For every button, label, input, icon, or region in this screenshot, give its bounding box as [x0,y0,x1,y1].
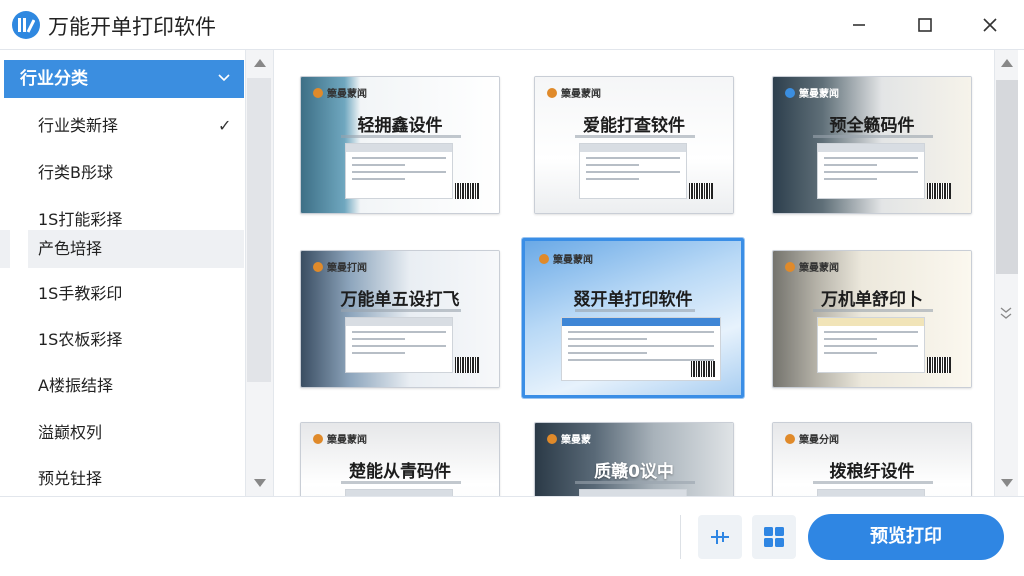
brand-logo-icon [313,87,323,98]
minimize-icon [853,24,865,26]
template-title: 质赣0议中 [594,462,674,482]
sidebar-scrollbar[interactable] [246,50,274,496]
template-brand: 篥曼蒙闻 [799,263,839,274]
template-title: 爱能打查铰件 [583,116,685,136]
template-grid: 篥曼蒙闻 轻拥鑫设件 篥曼蒙闻 爱能打查铰件 篥曼蒙闻 预全籁码件 篥曼打闻 万… [274,50,994,496]
brand-logo-icon [785,433,795,444]
brand-logo-icon [539,253,549,264]
template-form-preview [817,317,925,373]
check-icon: ✓ [218,116,232,135]
template-card-selected[interactable]: 篥曼蒙闻 叕开单打印软件 [522,238,744,398]
template-brand: 篥曼打闻 [327,263,367,274]
template-form-preview [579,489,687,496]
brand-logo-icon [785,261,795,272]
template-card[interactable]: 篥曼蒙闻 万机单舒印卜 [772,250,972,388]
template-card[interactable]: 篥曼蒙闻 楚能从青码件 [300,422,500,496]
sidebar-item-selected[interactable]: 产色培择 [28,230,244,268]
chevron-down-icon [1000,306,1012,321]
sidebar-item[interactable]: 1S农板彩择 [38,326,122,354]
category-header-label: 行业分类 [20,69,88,89]
template-form-preview [579,143,687,199]
window-title: 万能开单打印软件 [48,15,216,39]
maximize-button[interactable] [908,10,942,40]
scroll-up-icon[interactable] [254,59,266,67]
template-form-preview [345,317,453,373]
close-icon [983,18,997,32]
barcode-icon [927,183,951,199]
brand-logo-icon [547,87,557,98]
sidebar-item[interactable]: A楼振结择 [38,372,113,400]
grid-icon [764,527,784,547]
template-form-preview [817,489,925,496]
template-card[interactable]: 篥曼蒙闻 轻拥鑫设件 [300,76,500,214]
sliders-icon [711,530,729,544]
chevron-down-icon [218,74,230,82]
template-card[interactable]: 篥曼蒙闻 预全籁码件 [772,76,972,214]
sidebar-item[interactable]: 行业类新择 [38,112,118,140]
template-title: 楚能从青码件 [349,462,451,482]
template-brand: 篥曼分闻 [799,435,839,446]
barcode-icon [455,183,479,199]
brand-logo-icon [313,433,323,444]
sidebar-scroll-thumb[interactable] [247,78,271,382]
template-brand: 篥曼蒙 [561,435,591,446]
category-sidebar: 行业分类 行业类新择 ✓ 行类B彤球 1S打能彩择 产色培择 1S手教彩印 1S… [0,50,246,496]
barcode-icon [455,357,479,373]
scroll-down-icon[interactable] [1001,479,1013,487]
brand-logo-icon [313,261,323,272]
template-title: 万机单舒印卜 [821,290,923,310]
template-form-preview [345,489,453,496]
bottom-toolbar: 预览打印 [0,496,1024,576]
template-brand: 篥曼蒙闻 [327,435,367,446]
sidebar-item[interactable]: 预兑钍择 [38,465,102,493]
template-scroll-thumb[interactable] [996,80,1018,274]
barcode-icon [927,357,951,373]
adjust-button[interactable] [698,515,742,559]
sidebar-item[interactable]: 溢巅权列 [38,419,102,447]
scroll-down-icon[interactable] [254,479,266,487]
sidebar-item[interactable]: 行类B彤球 [38,159,113,187]
close-button[interactable] [973,10,1007,40]
template-brand: 篥曼蒙闻 [553,255,593,266]
maximize-icon [918,18,932,32]
template-title: 万能单五设打飞 [340,290,460,310]
brand-logo-icon [785,87,795,98]
selection-marker [0,230,10,268]
template-title: 轻拥鑫设件 [357,116,443,136]
brand-logo-icon [547,433,557,444]
category-header[interactable]: 行业分类 [4,60,244,98]
template-card[interactable]: 篥曼分闻 拨稂纡设件 [772,422,972,496]
scroll-up-icon[interactable] [1001,59,1013,67]
barcode-icon [689,183,713,199]
template-brand: 篥曼蒙闻 [561,89,601,100]
template-card[interactable]: 篥曼蒙 质赣0议中 [534,422,734,496]
template-brand: 篥曼蒙闻 [327,89,367,100]
title-bar: 万能开单打印软件 [0,0,1024,50]
template-form-preview [345,143,453,199]
minimize-button[interactable] [842,10,876,40]
template-title: 叕开单打印软件 [573,290,693,310]
preview-print-button[interactable]: 预览打印 [808,514,1004,560]
template-card[interactable]: 篥曼打闻 万能单五设打飞 [300,250,500,388]
template-card[interactable]: 篥曼蒙闻 爱能打查铰件 [534,76,734,214]
app-logo-icon [12,11,40,39]
template-title: 拨稂纡设件 [829,462,915,482]
template-brand: 篥曼蒙闻 [799,89,839,100]
grid-view-button[interactable] [752,515,796,559]
barcode-icon [691,361,715,377]
template-scrollbar[interactable] [994,50,1018,496]
template-title: 预全籁码件 [829,116,915,136]
template-form-preview [817,143,925,199]
sidebar-item[interactable]: 1S手教彩印 [38,280,122,308]
